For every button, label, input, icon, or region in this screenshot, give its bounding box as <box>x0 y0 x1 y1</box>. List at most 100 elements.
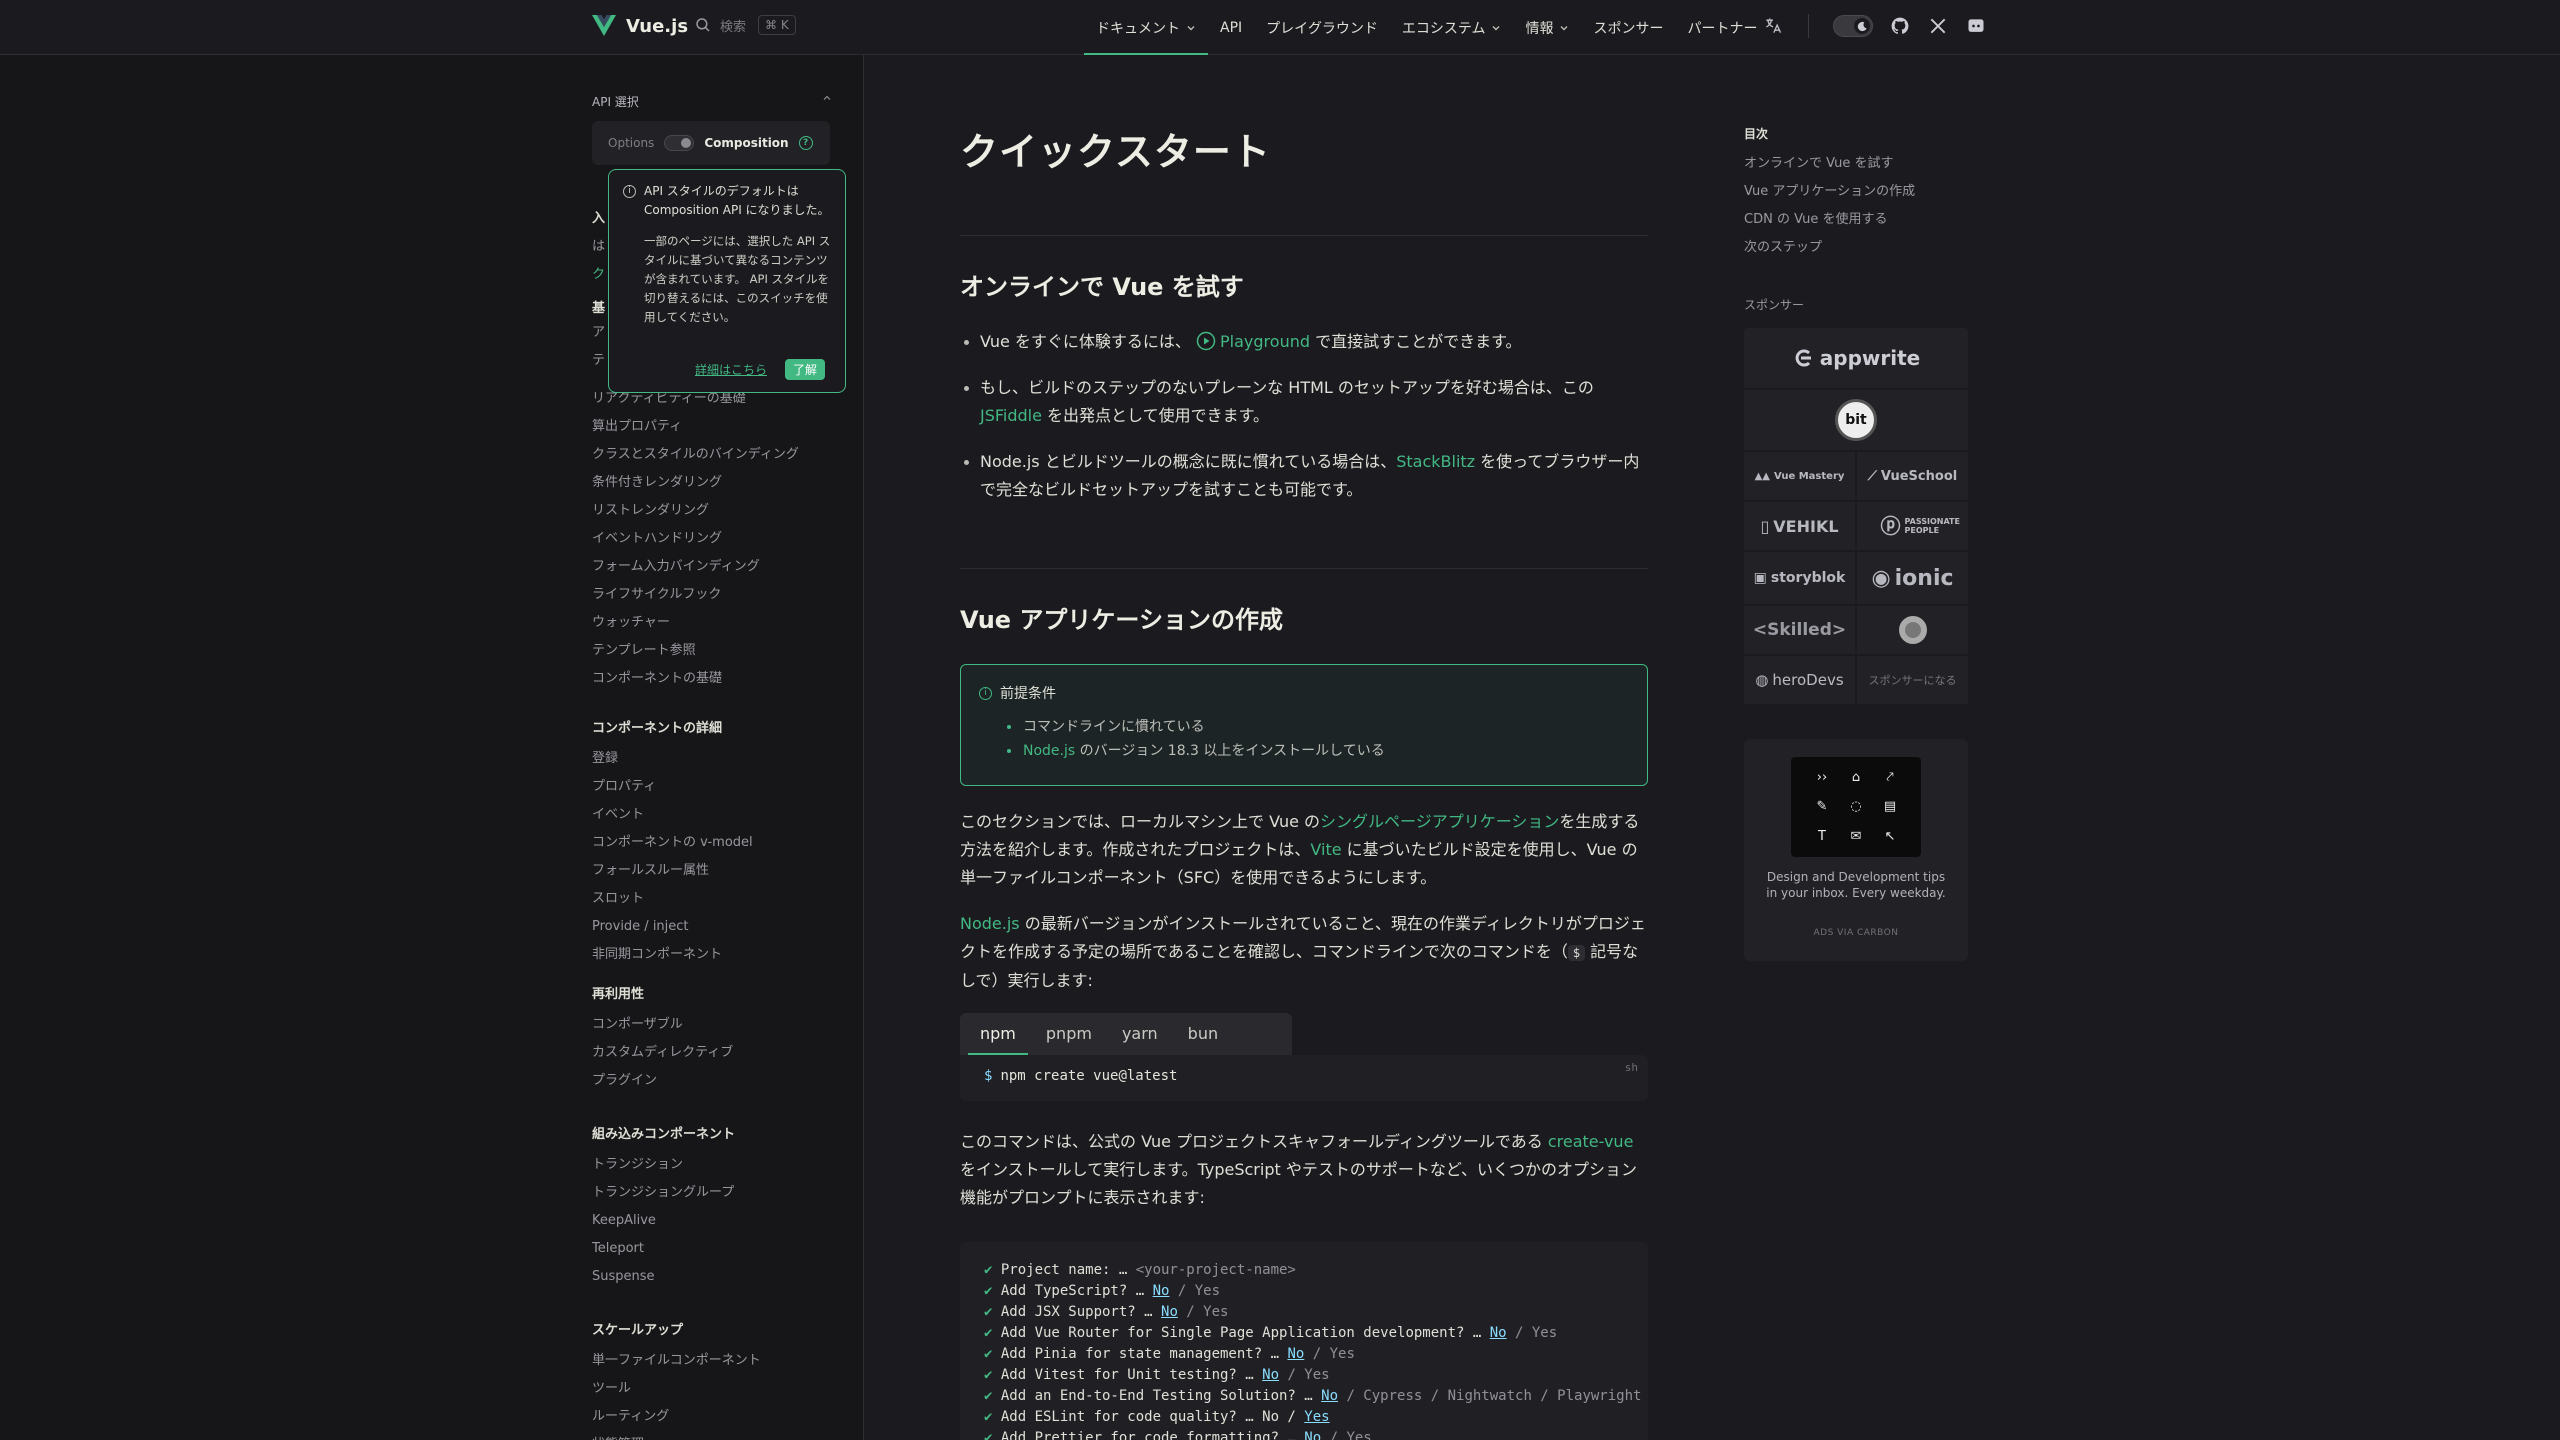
heading-try-online: オンラインで Vue を試す <box>960 273 1244 301</box>
sidebar-item[interactable]: ルーティング <box>592 1403 761 1431</box>
sidebar-item[interactable]: トランジション <box>592 1151 735 1179</box>
nav-about[interactable]: 情報 <box>1513 0 1581 55</box>
sponsor-storyblok[interactable]: ▣ storyblok <box>1744 552 1855 604</box>
sidebar-item[interactable]: リストレンダリング <box>592 497 799 525</box>
nav-partners[interactable]: パートナー <box>1675 0 1769 55</box>
sidebar-item[interactable]: スロット <box>592 885 753 913</box>
sidebar-item[interactable]: テ <box>592 347 605 375</box>
sidebar-item[interactable]: ツール <box>592 1375 761 1403</box>
b1-text: Vue をすぐに体験するには、 <box>980 332 1191 351</box>
sidebar-item[interactable]: ライフサイクルフック <box>592 581 799 609</box>
sponsor-ionic[interactable]: ◉ ionic <box>1857 552 1968 604</box>
playground-link[interactable]: Playground <box>1220 332 1310 351</box>
sidebar-item[interactable]: フォーム入力バインディング <box>592 553 799 581</box>
sidebar-item[interactable]: 条件付きレンダリング <box>592 469 799 497</box>
carbon-ad[interactable]: ›› ⌂ ⤤ ✎ ◌ ▤ T ✉ ↖ Design and Developmen… <box>1744 739 1968 961</box>
toc-item[interactable]: オンラインで Vue を試す <box>1744 152 1894 171</box>
sidebar-item[interactable]: プラグイン <box>592 1067 733 1095</box>
stackblitz-link[interactable]: StackBlitz <box>1396 452 1475 471</box>
sidebar-item[interactable]: 単一ファイルコンポーネント <box>592 1347 761 1375</box>
discord-icon[interactable] <box>1965 15 1987 37</box>
sidebar-item[interactable]: トランジショングループ <box>592 1179 735 1207</box>
got-it-button[interactable]: 了解 <box>784 359 825 380</box>
sponsor-herodevs[interactable]: ◍ heroDevs <box>1744 656 1855 704</box>
sidebar-item[interactable]: 算出プロパティ <box>592 413 799 441</box>
create-vue-link[interactable]: create-vue <box>1548 1132 1634 1151</box>
x-twitter-icon[interactable] <box>1927 15 1949 37</box>
sidebar-item-active[interactable]: ク <box>592 261 605 289</box>
ad-via-label[interactable]: ADS VIA CARBON <box>1744 928 1968 938</box>
sidebar-item[interactable]: カスタムディレクティブ <box>592 1039 733 1067</box>
sponsor-skilled[interactable]: <Skilled> <box>1744 606 1855 654</box>
vehikl-logo-icon: ▯ <box>1760 516 1770 536</box>
nav-docs[interactable]: ドキュメント <box>1084 0 1208 55</box>
toc-item[interactable]: CDN の Vue を使用する <box>1744 208 1887 227</box>
sidebar-item[interactable]: クラスとスタイルのバインディング <box>592 441 799 469</box>
become-sponsor-link[interactable]: スポンサーになる <box>1857 656 1968 704</box>
translate-icon[interactable] <box>1762 15 1784 37</box>
sidebar-item[interactable]: Teleport <box>592 1235 735 1263</box>
sidebar-item[interactable]: イベント <box>592 801 753 829</box>
tab-pnpm[interactable]: pnpm <box>1034 1013 1104 1055</box>
sidebar-item[interactable]: フォールスルー属性 <box>592 857 753 885</box>
sidebar-item[interactable]: テンプレート参照 <box>592 637 799 665</box>
nav-playground[interactable]: プレイグラウンド <box>1254 0 1390 55</box>
nodejs-link[interactable]: Node.js <box>960 914 1020 933</box>
sidebar-item[interactable]: ウォッチャー <box>592 609 799 637</box>
info-icon: i <box>623 185 636 198</box>
sponsor-passionate-people[interactable]: ⓟ PASSIONATE PEOPLE <box>1857 502 1968 550</box>
b2-text-post: を出発点として使用できます。 <box>1041 406 1269 425</box>
theme-toggle[interactable] <box>1833 15 1873 37</box>
api-preference-header[interactable]: API 選択 <box>592 93 832 110</box>
sponsor-chrome[interactable] <box>1857 606 1968 654</box>
sidebar-item[interactable]: ア <box>592 319 605 347</box>
vite-link[interactable]: Vite <box>1310 840 1341 859</box>
nav-sponsor[interactable]: スポンサー <box>1581 0 1675 55</box>
ad-text[interactable]: Design and Development tips in your inbo… <box>1764 869 1948 901</box>
ad-image[interactable]: ›› ⌂ ⤤ ✎ ◌ ▤ T ✉ ↖ <box>1791 757 1921 857</box>
api-style-switch[interactable] <box>664 135 695 151</box>
tab-bun[interactable]: bun <box>1176 1013 1230 1055</box>
options-label[interactable]: Options <box>608 136 654 150</box>
search-button[interactable]: 検索 ⌘ K <box>694 15 796 35</box>
sponsor-appwrite[interactable]: appwrite <box>1744 328 1968 388</box>
learn-more-link[interactable]: 詳細はこちら <box>695 361 767 378</box>
tab-npm[interactable]: npm <box>968 1013 1028 1055</box>
nav-ecosystem-label: エコシステム <box>1401 20 1486 37</box>
sponsor-vueschool[interactable]: ⟋ VueSchool <box>1857 452 1968 500</box>
sidebar-item[interactable]: コンポーネントの v-model <box>592 829 753 857</box>
sponsor-vue-mastery[interactable]: ▲▲ Vue Mastery <box>1744 452 1855 500</box>
sidebar-item[interactable]: 非同期コンポーネント <box>592 941 753 969</box>
nav-ecosystem[interactable]: エコシステム <box>1390 0 1514 55</box>
mail-icon: ✉ <box>1850 828 1862 844</box>
sidebar-item[interactable]: コンポーネントの基礎 <box>592 665 799 693</box>
sidebar-item[interactable]: 登録 <box>592 745 753 773</box>
toc-item[interactable]: 次のステップ <box>1744 236 1822 255</box>
jsfiddle-link[interactable]: JSFiddle <box>980 406 1042 425</box>
sidebar-title-reusability: 再利用性 <box>592 987 645 1002</box>
sidebar-item[interactable]: は <box>592 233 605 261</box>
sidebar-item[interactable]: 状態管理 <box>592 1431 761 1440</box>
sidebar-item[interactable]: Provide / inject <box>592 913 753 941</box>
sidebar-item[interactable]: コンポーザブル <box>592 1011 733 1039</box>
vue-logo-link[interactable]: Vue.js <box>592 15 688 37</box>
heading-create-app: Vue アプリケーションの作成 <box>960 606 1283 634</box>
toc-item[interactable]: Vue アプリケーションの作成 <box>1744 180 1915 199</box>
github-icon[interactable] <box>1889 15 1911 37</box>
sidebar-item[interactable]: KeepAlive <box>592 1207 735 1235</box>
sidebar-item[interactable]: Suspense <box>592 1263 735 1291</box>
help-icon[interactable]: ? <box>798 136 813 150</box>
sidebar-item[interactable]: プロパティ <box>592 773 753 801</box>
sidebar-item[interactable]: イベントハンドリング <box>592 525 799 553</box>
composition-label[interactable]: Composition <box>704 136 788 150</box>
sponsor-bit[interactable]: bit <box>1744 390 1968 450</box>
spa-link[interactable]: シングルページアプリケーション <box>1320 812 1559 831</box>
sidebar-group-partial: 入 は ク 基 ア テ <box>592 205 605 375</box>
nav-api[interactable]: API <box>1208 0 1254 55</box>
sponsor-vehikl[interactable]: ▯ VEHIKL <box>1744 502 1855 550</box>
nodejs-link[interactable]: Node.js <box>1023 743 1075 759</box>
terminal-question: Add JSX Support? … <box>1000 1304 1162 1320</box>
list-item: もし、ビルドのステップのないプレーンな HTML のセットアップを好む場合は、こ… <box>960 374 1648 430</box>
terminal-selected-answer: Yes <box>1304 1409 1330 1425</box>
tab-yarn[interactable]: yarn <box>1110 1013 1170 1055</box>
